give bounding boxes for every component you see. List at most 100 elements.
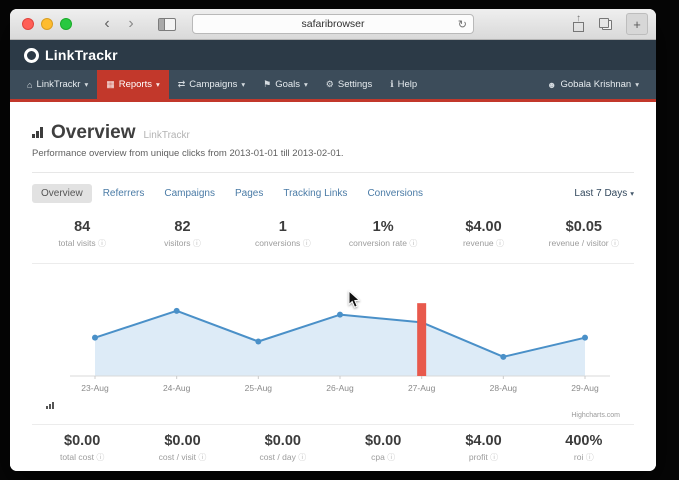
stat-value: 400% (534, 433, 634, 449)
info-icon[interactable]: ⓘ (496, 239, 504, 248)
tab-pages[interactable]: Pages (226, 184, 272, 203)
nav-item-help[interactable]: ℹ Help (381, 70, 426, 99)
stat-value: 1% (333, 219, 433, 235)
nav-item-settings[interactable]: ⚙ Settings (317, 70, 381, 99)
stat-label: cost / day (259, 452, 295, 462)
settings-icon: ⚙ (326, 79, 334, 90)
stat-cpa: $0.00 cpa ⓘ (333, 433, 433, 463)
stat-total-visits: 84 total visits ⓘ (32, 219, 132, 249)
info-icon[interactable]: ⓘ (96, 453, 104, 462)
traffic-lights (22, 18, 72, 30)
info-icon[interactable]: ⓘ (409, 239, 417, 248)
bar-chart-icon (32, 127, 43, 138)
info-icon[interactable]: ⓘ (387, 453, 395, 462)
svg-text:26-Aug: 26-Aug (326, 383, 354, 393)
reports-icon: ▦ (106, 79, 115, 90)
stat-total-cost: $0.00 total cost ⓘ (32, 433, 132, 463)
date-range-label: Last 7 Days (574, 188, 627, 199)
chart-canvas: 23-Aug 24-Aug 25-Aug 26-Aug 27-Aug 28-Aug 29-A… (32, 272, 634, 416)
highcharts-credit-link[interactable]: Highcharts.com (571, 412, 620, 419)
stat-cost-per-day: $0.00 cost / day ⓘ (233, 433, 333, 463)
tab-tracking-links[interactable]: Tracking Links (274, 184, 356, 203)
share-box-shape (573, 22, 584, 32)
page-title: Overview (51, 122, 136, 144)
nav-item-linktrackr[interactable]: ⌂ LinkTrackr ▾ (18, 70, 97, 99)
stat-value: $0.00 (333, 433, 433, 449)
nav-item-goals[interactable]: ⚑ Goals ▾ (254, 70, 317, 99)
address-text: safaribrowser (301, 18, 364, 30)
divider (32, 172, 634, 173)
svg-text:27-Aug: 27-Aug (408, 383, 436, 393)
sidebar-toggle-icon[interactable] (158, 18, 176, 31)
forward-button[interactable]: › (124, 16, 138, 32)
date-range-dropdown[interactable]: Last 7 Days ▾ (574, 188, 634, 199)
tab-overview[interactable]: Overview (32, 184, 92, 203)
minimize-window-button[interactable] (41, 18, 53, 30)
chart-mini-bars-icon (46, 402, 54, 409)
nav-label: LinkTrackr (36, 79, 80, 90)
info-icon[interactable]: ⓘ (298, 453, 306, 462)
caret-down-icon: ▾ (630, 189, 634, 198)
stat-value: $0.00 (32, 433, 132, 449)
info-icon[interactable]: ⓘ (490, 453, 498, 462)
refresh-icon[interactable]: ↻ (458, 18, 467, 31)
info-icon[interactable]: ⓘ (193, 239, 201, 248)
stat-label: conversion rate (349, 238, 407, 248)
share-icon[interactable]: ↑ (572, 17, 585, 32)
caret-down-icon: ▾ (635, 80, 639, 89)
info-icon[interactable]: ⓘ (611, 239, 619, 248)
stat-value: 1 (233, 219, 333, 235)
browser-titlebar: ‹ › safaribrowser ↻ ↑ + (10, 9, 656, 40)
info-icon[interactable]: ⓘ (586, 453, 594, 462)
desktop-background: ‹ › safaribrowser ↻ ↑ + Lin (0, 0, 679, 480)
info-icon[interactable]: ⓘ (98, 239, 106, 248)
stat-label: roi (574, 452, 583, 462)
svg-text:24-Aug: 24-Aug (163, 383, 191, 393)
nav-item-reports[interactable]: ▦ Reports ▾ (97, 70, 169, 99)
back-button[interactable]: ‹ (100, 16, 114, 32)
report-tabs: Overview Referrers Campaigns Pages Track… (32, 184, 634, 203)
svg-text:29-Aug: 29-Aug (571, 383, 599, 393)
caret-down-icon: ▾ (156, 80, 160, 89)
svg-text:28-Aug: 28-Aug (490, 383, 518, 393)
zoom-window-button[interactable] (60, 18, 72, 30)
tabs-square-front (599, 18, 609, 28)
caret-down-icon: ▾ (84, 80, 88, 89)
user-menu[interactable]: ☻ Gobala Krishnan ▾ (538, 70, 648, 99)
stat-profit: $4.00 profit ⓘ (433, 433, 533, 463)
nav-item-campaigns[interactable]: ⇄ Campaigns ▾ (169, 70, 254, 99)
stat-value: 82 (132, 219, 232, 235)
address-bar[interactable]: safaribrowser ↻ (192, 14, 474, 34)
linktrackr-logo-icon (24, 48, 39, 63)
app-navbar: ⌂ LinkTrackr ▾ ▦ Reports ▾ ⇄ Campaigns ▾… (10, 70, 656, 102)
tab-campaigns[interactable]: Campaigns (155, 184, 224, 203)
tab-conversions[interactable]: Conversions (358, 184, 432, 203)
page-subtitle: Performance overview from unique clicks … (32, 148, 634, 159)
stats-row-top: 84 total visits ⓘ 82 visitors ⓘ 1 conver… (32, 219, 634, 249)
home-icon: ⌂ (27, 80, 32, 90)
stat-label: revenue (463, 238, 494, 248)
caret-down-icon: ▾ (304, 80, 308, 89)
stat-label: profit (469, 452, 488, 462)
stat-label: revenue / visitor (549, 238, 609, 248)
svg-text:23-Aug: 23-Aug (81, 383, 109, 393)
show-tabs-icon[interactable] (599, 18, 612, 30)
info-icon[interactable]: ⓘ (198, 453, 206, 462)
campaigns-icon: ⇄ (178, 79, 186, 90)
stat-conversion-rate: 1% conversion rate ⓘ (333, 219, 433, 249)
caret-down-icon: ▾ (241, 80, 245, 89)
stat-value: $0.05 (534, 219, 634, 235)
nav-label: Help (398, 79, 418, 90)
user-icon: ☻ (547, 80, 556, 90)
close-window-button[interactable] (22, 18, 34, 30)
info-icon[interactable]: ⓘ (303, 239, 311, 248)
stat-value: 84 (32, 219, 132, 235)
new-tab-button[interactable]: + (626, 13, 648, 35)
stat-revenue: $4.00 revenue ⓘ (433, 219, 533, 249)
brand-name: LinkTrackr (45, 47, 118, 63)
app-header: LinkTrackr (10, 40, 656, 70)
stat-value: $0.00 (233, 433, 333, 449)
tab-referrers[interactable]: Referrers (94, 184, 154, 203)
stat-label: total cost (60, 452, 94, 462)
svg-text:25-Aug: 25-Aug (245, 383, 273, 393)
